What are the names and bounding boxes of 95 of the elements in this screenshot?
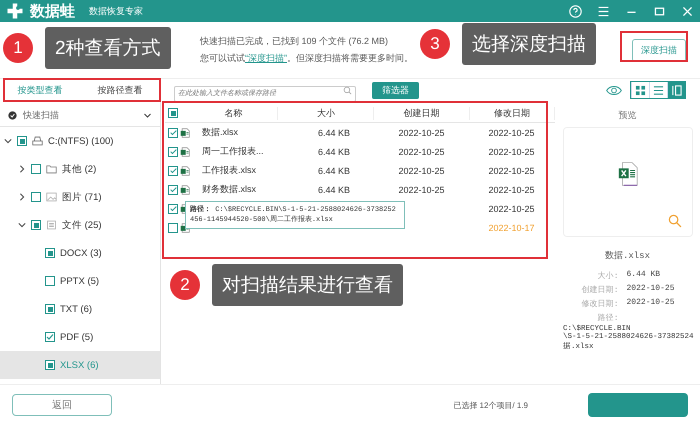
file-name-cell-text: 工作报表.xlsx bbox=[202, 164, 257, 177]
date-cell-text: 2022-10-25 bbox=[487, 184, 536, 194]
callout-label: 对扫描结果进行查看 bbox=[212, 264, 403, 306]
view-tab[interactable]: 按路径查看 bbox=[94, 82, 146, 98]
date-cell-text: 2022-10-25 bbox=[487, 128, 536, 138]
deep-scan-link[interactable]: “深度扫描” bbox=[245, 53, 287, 63]
preview-file-name: 数据.xlsx bbox=[604, 250, 650, 262]
search-icon[interactable] bbox=[343, 86, 352, 94]
checkbox[interactable] bbox=[45, 304, 55, 314]
list-view-icon[interactable] bbox=[653, 84, 664, 96]
size-cell-text: 6.44 KB bbox=[316, 128, 351, 138]
column-header[interactable]: 名称 bbox=[190, 106, 278, 120]
eye-icon[interactable] bbox=[606, 84, 622, 96]
field-label: 路径: bbox=[596, 312, 618, 323]
file-name-cell-text: 财务数据.xlsx bbox=[202, 183, 257, 196]
step-number-badge: 1 bbox=[3, 33, 33, 63]
column-header[interactable]: 大小 bbox=[278, 106, 374, 120]
checkbox[interactable] bbox=[31, 164, 41, 174]
deep-scan-hint: 您可以试试“深度扫描”。但深度扫描将需要更多时间。 bbox=[200, 52, 413, 65]
checkbox[interactable] bbox=[17, 136, 27, 146]
date-cell-text: 2022-10-25 bbox=[397, 146, 446, 156]
tree-item[interactable]: 图片 (71) bbox=[0, 183, 160, 211]
tree-item[interactable]: PPTX (5) bbox=[0, 267, 160, 295]
tree-item[interactable]: DOCX (3) bbox=[0, 239, 160, 267]
row-checkbox[interactable] bbox=[168, 146, 178, 156]
file-name-cell-text: 数据.xlsx bbox=[202, 126, 239, 139]
column-header[interactable]: 创建日期 bbox=[374, 106, 470, 120]
tree-item[interactable]: 其他 (2) bbox=[0, 155, 160, 183]
select-all-checkbox[interactable] bbox=[168, 108, 178, 118]
magnifier-icon[interactable] bbox=[668, 214, 682, 228]
tree-item[interactable]: 文件 (25) bbox=[0, 211, 160, 239]
row-checkbox[interactable] bbox=[168, 128, 178, 138]
size-cell-text: 6.44 KB bbox=[316, 146, 351, 156]
scan-type-select[interactable]: 快速扫描 bbox=[0, 104, 160, 127]
scan-result-text: 快速扫描已完成，已找到 109 个文件 (76.2 MB) bbox=[200, 35, 388, 48]
menu-icon[interactable] bbox=[597, 4, 610, 18]
check-circle-icon bbox=[8, 110, 17, 120]
date-cell-text: 2022-10-25 bbox=[397, 184, 446, 194]
field-value: 2022-10-25 bbox=[626, 298, 676, 309]
checkbox[interactable] bbox=[45, 248, 55, 258]
deep-scan-button[interactable]: 深度扫描 bbox=[632, 38, 686, 62]
step-number-badge: 3 bbox=[420, 29, 450, 59]
date-cell-text: 2022-10-25 bbox=[487, 166, 536, 176]
spreadsheet-icon bbox=[180, 184, 190, 194]
row-checkbox[interactable] bbox=[168, 184, 178, 194]
checkbox[interactable] bbox=[45, 360, 55, 370]
tree-item[interactable]: PDF (5) bbox=[0, 323, 160, 351]
help-icon[interactable] bbox=[569, 4, 582, 18]
document-icon bbox=[46, 220, 57, 230]
file-name-cell-text: 周一工作报表... bbox=[202, 145, 265, 158]
spreadsheet-icon bbox=[180, 166, 190, 176]
step-number-badge: 2 bbox=[170, 270, 200, 300]
callout-label: 2种查看方式 bbox=[45, 27, 171, 69]
folder-icon bbox=[46, 164, 57, 174]
checkbox[interactable] bbox=[31, 220, 41, 230]
date-cell-text: 2022-10-25 bbox=[487, 146, 536, 156]
size-cell-text: 6.44 KB bbox=[316, 166, 351, 176]
tree-item[interactable]: TXT (6) bbox=[0, 295, 160, 323]
column-header[interactable]: 修改日期 bbox=[470, 106, 555, 120]
spreadsheet-icon bbox=[180, 146, 190, 156]
preview-title: 预览 bbox=[618, 109, 636, 122]
checkbox[interactable] bbox=[31, 192, 41, 202]
field-label: 创建日期: bbox=[580, 284, 618, 295]
field-label: 大小: bbox=[596, 270, 618, 281]
app-subtitle: 数据恢复专家 bbox=[89, 4, 143, 18]
callout-label: 选择深度扫描 bbox=[462, 23, 596, 65]
detail-view-icon[interactable] bbox=[671, 84, 682, 96]
filter-button[interactable]: 筛选器 bbox=[372, 82, 419, 98]
checkbox[interactable] bbox=[45, 276, 55, 286]
app-name: 数据蛙 bbox=[30, 2, 75, 20]
date-cell-text: 2022-10-17 bbox=[487, 222, 536, 232]
date-cell-text: 2022-10-25 bbox=[397, 128, 446, 138]
field-label: 修改日期: bbox=[580, 298, 618, 309]
row-checkbox[interactable] bbox=[168, 204, 178, 214]
field-value: 6.44 KB bbox=[626, 270, 662, 281]
grid-view-icon[interactable] bbox=[635, 84, 646, 96]
image-icon bbox=[46, 192, 57, 202]
annotation-frame bbox=[620, 31, 688, 62]
spreadsheet-icon bbox=[180, 128, 190, 138]
row-checkbox[interactable] bbox=[168, 222, 178, 232]
drive-icon bbox=[32, 136, 43, 146]
view-mode-button[interactable] bbox=[667, 82, 685, 98]
selection-status: 已选择 12个项目/ 1.9 bbox=[453, 400, 528, 410]
tree-item[interactable]: C:(NTFS) (100) bbox=[0, 127, 160, 155]
row-checkbox[interactable] bbox=[168, 166, 178, 176]
close-icon[interactable] bbox=[681, 4, 694, 18]
chevron-down-icon bbox=[143, 110, 152, 120]
back-button[interactable]: 返回 bbox=[12, 394, 112, 416]
maximize-icon[interactable] bbox=[653, 4, 666, 18]
view-tab[interactable]: 按类型查看 bbox=[14, 82, 66, 98]
spreadsheet-icon bbox=[618, 162, 638, 186]
date-cell-text: 2022-10-25 bbox=[397, 166, 446, 176]
size-cell-text: 6.44 KB bbox=[316, 184, 351, 194]
date-cell-text: 2022-10-25 bbox=[487, 204, 536, 214]
field-value: 2022-10-25 bbox=[626, 284, 676, 295]
